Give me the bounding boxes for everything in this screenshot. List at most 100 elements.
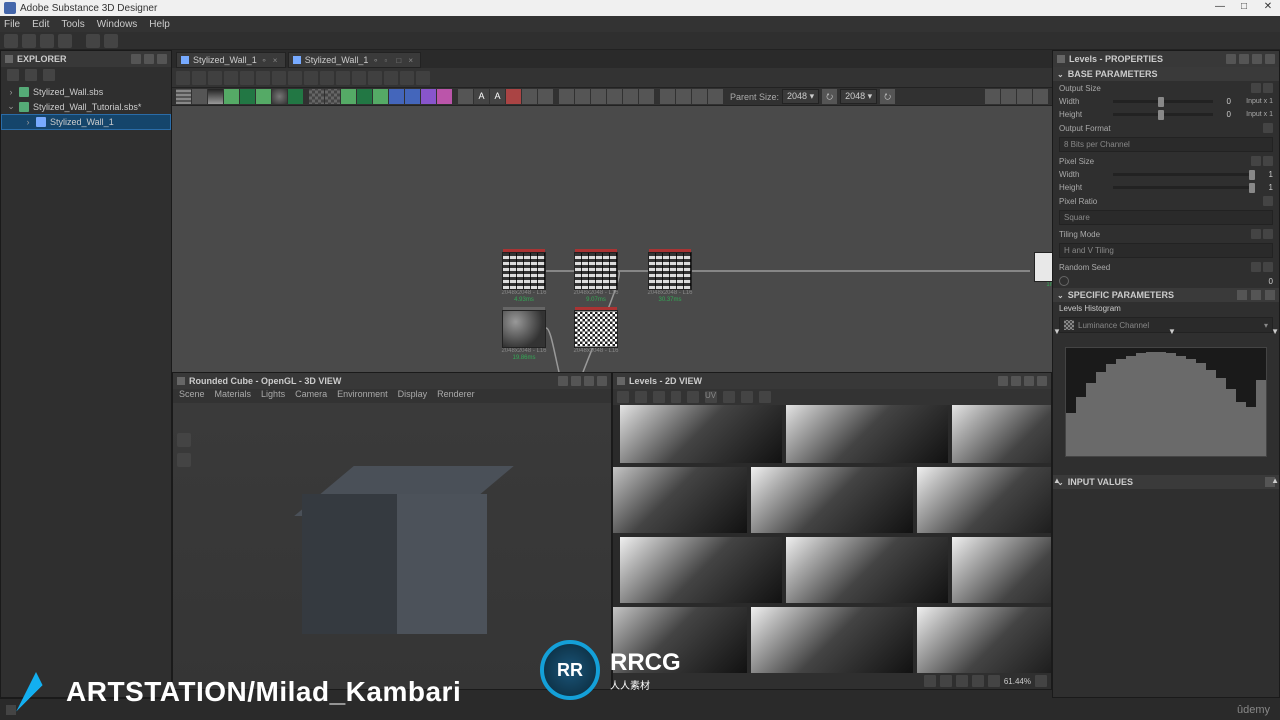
menu-icon[interactable] bbox=[1263, 83, 1273, 93]
swatch[interactable] bbox=[325, 89, 340, 104]
tab-renderer[interactable]: Renderer bbox=[437, 389, 475, 403]
section-specific-parameters[interactable]: ⌄SPECIFIC PARAMETERS bbox=[1053, 288, 1279, 302]
new-graph-icon[interactable] bbox=[7, 69, 19, 81]
close-icon[interactable] bbox=[1037, 376, 1047, 386]
tab-scene[interactable]: Scene bbox=[179, 389, 205, 403]
lock-icon[interactable] bbox=[1035, 675, 1047, 687]
popout-icon[interactable] bbox=[1011, 376, 1021, 386]
import-icon[interactable] bbox=[25, 69, 37, 81]
view-toggle-icon[interactable] bbox=[985, 89, 1000, 104]
tab-materials[interactable]: Materials bbox=[215, 389, 252, 403]
output-format-select[interactable]: 8 Bits per Channel bbox=[1059, 137, 1273, 152]
tree-item-selected[interactable]: › Stylized_Wall_1 bbox=[1, 114, 171, 130]
swatch[interactable] bbox=[506, 89, 521, 104]
reset-icon[interactable] bbox=[1251, 83, 1261, 93]
node-result[interactable]: 1ms bbox=[1028, 252, 1052, 289]
node-flood-fill-grayscale[interactable]: 2048x2048 - L1630.37ms bbox=[646, 252, 694, 304]
swatch[interactable] bbox=[639, 89, 654, 104]
chevron-icon[interactable]: › bbox=[7, 87, 15, 97]
menu-icon[interactable] bbox=[1263, 196, 1273, 206]
tree-item[interactable]: › Stylized_Wall.sbs bbox=[1, 85, 171, 99]
px-height-value[interactable]: 1 bbox=[1259, 183, 1273, 192]
reset-icon[interactable] bbox=[1251, 229, 1261, 239]
info-icon[interactable] bbox=[1033, 89, 1048, 104]
swatch[interactable] bbox=[676, 89, 691, 104]
swatch[interactable] bbox=[623, 89, 638, 104]
tab[interactable]: Stylized_Wall_1 ⚬ ▫ □ × bbox=[288, 52, 422, 68]
pixel-ratio-select[interactable]: Square bbox=[1059, 210, 1273, 225]
node-perlin-noise[interactable]: 2048x2048 - L1619.86ms bbox=[500, 310, 548, 362]
view-toggle-icon[interactable] bbox=[1001, 89, 1016, 104]
reset-icon[interactable] bbox=[1251, 156, 1261, 166]
maximize-icon[interactable] bbox=[584, 376, 594, 386]
redo-icon[interactable] bbox=[104, 34, 118, 48]
width-slider[interactable] bbox=[1113, 100, 1213, 103]
panel-close-icon[interactable] bbox=[157, 54, 167, 64]
expose-icon[interactable] bbox=[1237, 290, 1247, 300]
save-all-icon[interactable] bbox=[58, 34, 72, 48]
layout-icon[interactable] bbox=[320, 71, 334, 85]
tab-environment[interactable]: Environment bbox=[337, 389, 388, 403]
options-icon[interactable] bbox=[1251, 290, 1261, 300]
pin-icon[interactable] bbox=[1226, 54, 1236, 64]
swatch[interactable] bbox=[421, 89, 436, 104]
copy-icon[interactable] bbox=[617, 391, 629, 403]
close-icon[interactable]: × bbox=[408, 56, 416, 64]
chevron-down-icon[interactable]: ⌄ bbox=[7, 101, 15, 112]
swatch[interactable] bbox=[272, 89, 287, 104]
menu-help[interactable]: Help bbox=[149, 19, 170, 30]
zoom-out-icon[interactable] bbox=[972, 675, 984, 687]
swatch[interactable] bbox=[357, 89, 372, 104]
tab[interactable]: Stylized_Wall_1 ⚬ × bbox=[176, 52, 286, 68]
menu-icon[interactable] bbox=[1263, 123, 1273, 133]
input-black-handle[interactable]: ▼ bbox=[1053, 327, 1061, 336]
channel-icon[interactable] bbox=[723, 391, 735, 403]
view-icon[interactable] bbox=[352, 71, 366, 85]
zoom-icon[interactable] bbox=[240, 71, 254, 85]
select-icon[interactable] bbox=[176, 71, 190, 85]
node-perlin-noise-2[interactable]: 2048x2048 - L16 bbox=[572, 310, 620, 355]
swatch[interactable] bbox=[208, 89, 223, 104]
swatch[interactable] bbox=[341, 89, 356, 104]
close-icon[interactable]: × bbox=[273, 56, 281, 64]
open-icon[interactable] bbox=[22, 34, 36, 48]
swatch[interactable] bbox=[373, 89, 388, 104]
link-icon[interactable] bbox=[336, 71, 350, 85]
expand-icon[interactable] bbox=[416, 71, 430, 85]
frame-icon[interactable] bbox=[192, 71, 206, 85]
undo-icon[interactable] bbox=[86, 34, 100, 48]
swatch[interactable] bbox=[192, 89, 207, 104]
parent-size-select[interactable]: 2048 ▾ bbox=[782, 89, 819, 104]
swatch[interactable] bbox=[692, 89, 707, 104]
zoom-fit-icon[interactable] bbox=[256, 71, 270, 85]
px-height-slider[interactable] bbox=[1113, 186, 1255, 189]
box-icon[interactable] bbox=[400, 71, 414, 85]
swatch[interactable] bbox=[309, 89, 324, 104]
swatch[interactable] bbox=[559, 89, 574, 104]
refresh-icon[interactable] bbox=[368, 71, 382, 85]
save-icon[interactable] bbox=[40, 34, 54, 48]
minimize-button[interactable]: — bbox=[1208, 0, 1232, 16]
height-value[interactable]: 0 bbox=[1217, 110, 1231, 119]
close-icon[interactable] bbox=[597, 376, 607, 386]
input-mid-handle[interactable]: ▼ bbox=[1168, 327, 1176, 336]
refresh-icon[interactable]: ⭮ bbox=[880, 89, 895, 104]
link-icon[interactable] bbox=[43, 69, 55, 81]
histogram-icon[interactable] bbox=[759, 391, 771, 403]
node-graph-canvas[interactable]: 2048x2048 - L164.93ms 2048x2048 - L169.0… bbox=[172, 106, 1052, 372]
menu-tools[interactable]: Tools bbox=[61, 19, 84, 30]
swatch[interactable] bbox=[256, 89, 271, 104]
tree-item[interactable]: ⌄ Stylized_Wall_Tutorial.sbs* bbox=[1, 99, 171, 114]
swatch-brick[interactable] bbox=[176, 89, 191, 104]
swatch[interactable] bbox=[240, 89, 255, 104]
fit-icon[interactable] bbox=[940, 675, 952, 687]
lock-icon[interactable]: ⭮ bbox=[822, 89, 837, 104]
pin-icon[interactable]: ⚬ bbox=[372, 56, 380, 64]
status-icon[interactable] bbox=[6, 705, 16, 715]
grid-icon[interactable] bbox=[288, 71, 302, 85]
menu-edit[interactable]: Edit bbox=[32, 19, 49, 30]
swatch[interactable] bbox=[575, 89, 590, 104]
swatch[interactable] bbox=[288, 89, 303, 104]
maximize-button[interactable]: □ bbox=[1232, 0, 1256, 16]
zoom-in-icon[interactable] bbox=[988, 675, 1000, 687]
